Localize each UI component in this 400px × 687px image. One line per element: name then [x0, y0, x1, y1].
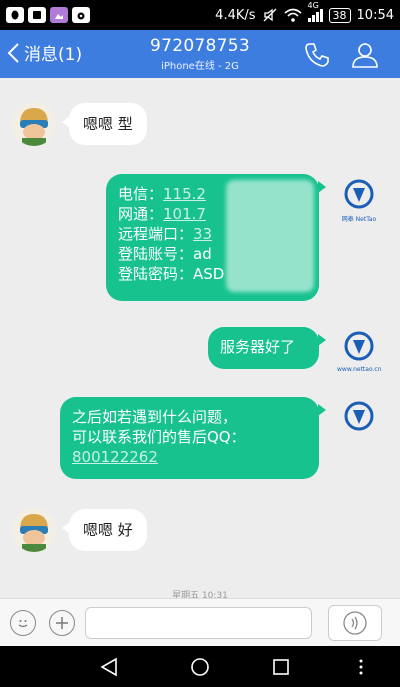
contact-avatar[interactable]	[12, 102, 56, 146]
row-value: ad	[193, 245, 212, 263]
signal-icon: 4G	[307, 1, 323, 22]
more-nav-icon[interactable]	[350, 656, 372, 678]
home-nav-icon[interactable]	[189, 656, 211, 678]
profile-button[interactable]	[350, 40, 380, 70]
clock: 10:54	[356, 7, 394, 23]
network-type: 4G	[307, 0, 319, 10]
nettao-logo-icon	[344, 331, 374, 361]
notification-icons	[6, 7, 90, 23]
row-label: 网通：	[118, 205, 164, 223]
row-label: 远程端口：	[118, 225, 194, 243]
app-notification-icon	[28, 7, 46, 23]
incoming-message[interactable]: 嗯嗯 好	[69, 509, 147, 551]
contact-title[interactable]: 972078753 iPhone在线 - 2G	[120, 36, 280, 72]
incoming-message[interactable]: 嗯嗯 型	[69, 103, 147, 145]
voice-wave-icon	[343, 611, 367, 635]
brand-logo-text: 网泰 NetTao	[341, 216, 377, 223]
outgoing-message[interactable]: 电信：115.2 网通：101.7 远程端口：33 登陆账号：ad 登陆密码：A…	[106, 174, 319, 301]
emoji-button[interactable]	[10, 610, 36, 636]
redaction-blur	[226, 180, 314, 292]
phone-icon	[305, 43, 329, 67]
row-label: 登陆账号：	[118, 245, 194, 263]
ip-link[interactable]: 115.2	[163, 185, 206, 203]
message-text: 嗯嗯 好	[83, 521, 133, 539]
contact-avatar[interactable]	[12, 508, 56, 552]
timestamp-label: 星期五 10:31	[172, 591, 228, 598]
wifi-icon	[284, 8, 302, 22]
port-link[interactable]: 33	[193, 225, 212, 243]
status-bar: 4.4K/s 4G 38 10:54	[0, 0, 400, 30]
brand-logo-sub: www.nettao.cn	[337, 366, 382, 373]
add-button[interactable]	[49, 610, 75, 636]
row-label: 登陆密码：	[118, 265, 194, 283]
network-speed: 4.4K/s	[215, 7, 256, 23]
system-nav-bar	[0, 646, 400, 687]
chevron-left-icon	[7, 42, 19, 63]
weibo-notification-icon	[72, 7, 90, 23]
battery-indicator: 38	[328, 7, 351, 23]
bubble-tail	[318, 181, 326, 193]
message-line: 之后如若遇到什么问题，	[72, 408, 238, 426]
avatar-image	[12, 102, 56, 146]
chat-area[interactable]: 嗯嗯 型 电信：115.2 网通：101.7 远程端口：33 登陆账号：ad 登…	[0, 78, 400, 598]
smiley-icon	[18, 620, 28, 628]
voice-button[interactable]	[328, 605, 382, 641]
call-button[interactable]	[302, 40, 332, 70]
gallery-notification-icon	[50, 7, 68, 23]
avatar-image	[12, 508, 56, 552]
recents-nav-icon[interactable]	[270, 656, 292, 678]
ip-link[interactable]: 101.7	[163, 205, 206, 223]
back-nav-icon[interactable]	[98, 656, 120, 678]
plus-icon	[56, 617, 68, 629]
bubble-tail	[318, 404, 326, 416]
nettao-logo-icon	[344, 401, 374, 431]
contact-status: iPhone在线 - 2G	[161, 61, 239, 72]
chat-header: 消息(1) 972078753 iPhone在线 - 2G	[0, 30, 400, 78]
message-text: 服务器好了	[220, 338, 296, 356]
mute-icon	[263, 8, 276, 22]
message-input[interactable]	[85, 607, 312, 639]
contact-name: 972078753	[149, 36, 251, 56]
input-bar	[0, 598, 400, 646]
back-label: 消息(1)	[24, 45, 83, 65]
outgoing-message[interactable]: 之后如若遇到什么问题， 可以联系我们的售后QQ： 800122262	[60, 397, 319, 479]
bubble-tail	[318, 334, 326, 346]
message-text: 嗯嗯 型	[83, 115, 133, 133]
row-label: 电信：	[118, 185, 164, 203]
message-line: 可以联系我们的售后QQ：	[72, 428, 246, 446]
nettao-logo-icon	[344, 179, 374, 209]
outgoing-message[interactable]: 服务器好了	[208, 327, 319, 369]
back-button[interactable]: 消息(1)	[6, 40, 82, 65]
qq-notification-icon	[6, 7, 24, 23]
row-value: ASD	[193, 265, 225, 283]
person-icon	[352, 43, 378, 68]
qq-link[interactable]: 800122262	[72, 447, 307, 467]
